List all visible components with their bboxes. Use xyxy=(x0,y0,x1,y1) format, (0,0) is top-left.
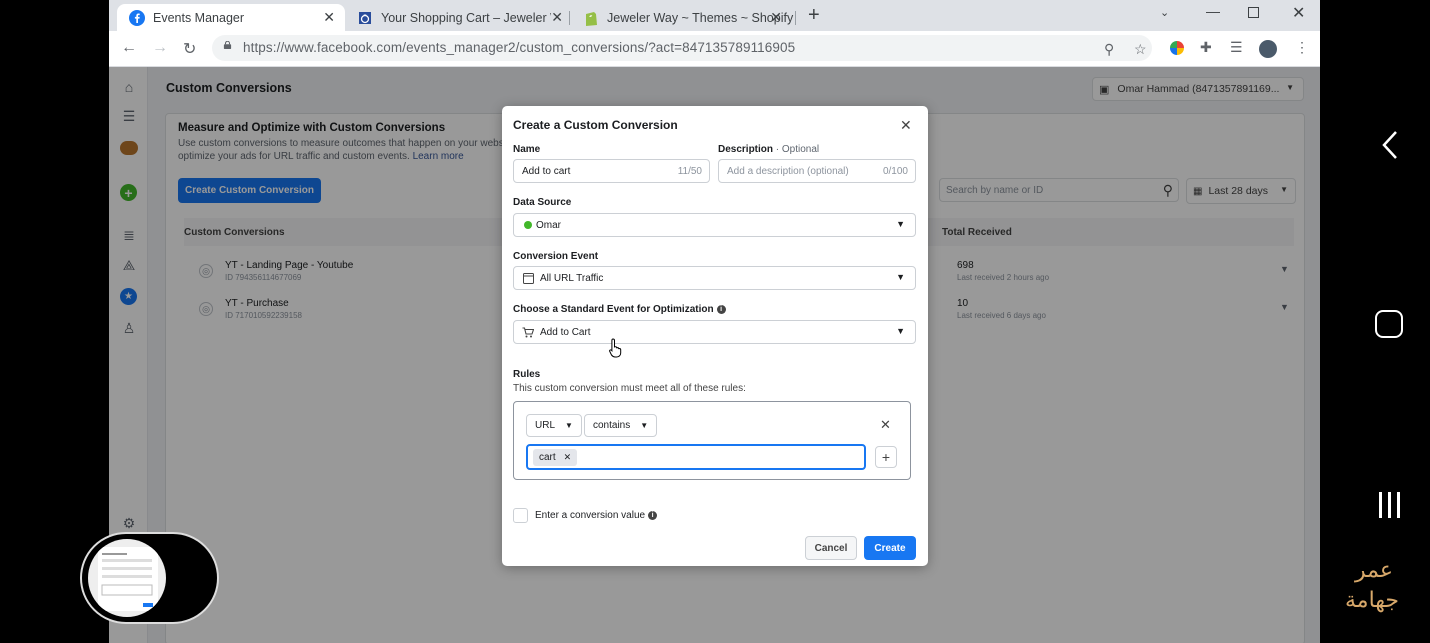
info-icon[interactable]: i xyxy=(716,304,726,314)
description-input[interactable]: Add a description (optional) 0/100 xyxy=(718,159,916,183)
standard-event-label-text: Choose a Standard Event for Optimization xyxy=(513,304,714,315)
conversion-value-checkbox[interactable] xyxy=(513,508,528,523)
chevron-down-icon: ▼ xyxy=(640,421,649,430)
conversion-event-label: Conversion Event xyxy=(513,251,599,262)
name-value: Add to cart xyxy=(522,166,571,177)
description-label-text: Description xyxy=(718,144,774,155)
profile-avatar[interactable] xyxy=(1259,40,1277,58)
android-home-icon[interactable] xyxy=(1375,310,1403,338)
rule-field-select[interactable]: URL ▼ xyxy=(526,414,582,437)
tab-title: Your Shopping Cart – Jeweler Wa xyxy=(381,10,551,25)
rules-description: This custom conversion must meet all of … xyxy=(513,383,746,394)
tab-strip: Events Manager ✕ Your Shopping Cart – Je… xyxy=(109,0,1320,31)
tab-title: Events Manager xyxy=(153,10,245,25)
standard-event-value: Add to Cart xyxy=(540,327,591,338)
events-manager-page: ⌂ ☰ + ≣ ⟁ ★ ♙ ⚙ Custom Conversions ▣ Oma… xyxy=(109,67,1320,643)
android-recents-icon[interactable] xyxy=(1377,490,1403,525)
description-label: Description · Optional xyxy=(718,144,819,155)
dialog-title: Create a Custom Conversion xyxy=(513,118,678,132)
status-dot-icon xyxy=(522,219,534,231)
standard-event-select[interactable]: Add to Cart ▼ xyxy=(513,320,916,344)
tab-separator xyxy=(795,11,796,25)
close-icon[interactable]: ✕ xyxy=(770,9,782,26)
data-source-value: Omar xyxy=(536,220,561,231)
new-tab-icon[interactable]: + xyxy=(808,4,820,27)
chevron-down-icon: ▼ xyxy=(896,272,905,282)
description-placeholder: Add a description (optional) xyxy=(727,166,849,177)
puzzle-icon[interactable]: ✚ xyxy=(1200,39,1212,56)
extension-colorful-icon[interactable] xyxy=(1170,41,1184,55)
name-input[interactable]: Add to cart 11/50 xyxy=(513,159,710,183)
tab-title: Jeweler Way ~ Themes ~ Shopify xyxy=(607,10,794,25)
url-text: https://www.facebook.com/events_manager2… xyxy=(243,40,796,55)
ring-icon xyxy=(357,10,373,26)
data-source-select[interactable]: Omar ▼ xyxy=(513,213,916,237)
shopify-icon xyxy=(583,10,599,26)
cart-icon xyxy=(522,326,534,338)
rule-operator-select[interactable]: contains ▼ xyxy=(584,414,658,437)
watermark-line1: عمر xyxy=(1355,558,1393,583)
rule-builder: URL ▼ contains ▼ ✕ cart ✕ + xyxy=(513,401,911,480)
chevron-down-icon: ▼ xyxy=(896,326,905,336)
rule-tag-text: cart xyxy=(539,452,556,463)
info-icon[interactable]: i xyxy=(648,510,658,520)
tab-shopping-cart[interactable]: Your Shopping Cart – Jeweler Wa ✕ xyxy=(345,4,570,31)
tab-events-manager[interactable]: Events Manager ✕ xyxy=(117,4,345,31)
chevron-down-icon: ▼ xyxy=(896,219,905,229)
rule-operator-value: contains xyxy=(593,420,631,431)
tab-search-icon[interactable]: ⌄ xyxy=(1160,6,1169,19)
close-icon[interactable]: ✕ xyxy=(900,117,912,134)
rule-field-value: URL xyxy=(535,420,556,431)
create-custom-conversion-dialog: Create a Custom Conversion ✕ Name Add to… xyxy=(502,106,928,566)
address-bar[interactable]: https://www.facebook.com/events_manager2… xyxy=(212,35,1152,61)
description-char-count: 0/100 xyxy=(882,166,908,177)
conversion-event-value: All URL Traffic xyxy=(540,273,604,284)
conversion-value-text: Enter a conversion value xyxy=(535,510,646,521)
watermark-line2: جهامة xyxy=(1345,588,1400,613)
close-icon[interactable]: ✕ xyxy=(551,9,563,26)
remove-rule-icon[interactable]: ✕ xyxy=(880,417,891,433)
name-char-count: 11/50 xyxy=(677,166,702,177)
mouse-cursor-icon xyxy=(609,338,623,363)
pip-thumbnail xyxy=(88,539,166,617)
menu-kebab-icon[interactable]: ⋮ xyxy=(1295,39,1309,56)
close-icon[interactable]: ✕ xyxy=(323,9,335,26)
lock-icon xyxy=(223,41,232,49)
standard-event-label: Choose a Standard Event for Optimization… xyxy=(513,304,726,315)
web-page-icon xyxy=(522,272,534,284)
rule-value-input[interactable]: cart ✕ xyxy=(526,444,866,470)
forward-icon[interactable]: → xyxy=(152,39,168,57)
facebook-icon xyxy=(129,9,145,26)
bookmark-star-icon[interactable]: ☆ xyxy=(1134,41,1147,58)
optional-label: · Optional xyxy=(773,144,820,155)
minimize-icon[interactable]: — xyxy=(1206,3,1220,19)
chevron-down-icon: ▼ xyxy=(565,421,573,430)
zoom-icon[interactable]: ⚲ xyxy=(1104,41,1114,58)
window-close-icon[interactable]: ✕ xyxy=(1292,3,1305,23)
create-button[interactable]: Create xyxy=(864,536,916,560)
restore-icon[interactable] xyxy=(1248,7,1259,18)
remove-tag-icon[interactable]: ✕ xyxy=(564,452,572,463)
add-rule-icon[interactable]: + xyxy=(875,446,897,468)
data-source-label: Data Source xyxy=(513,197,572,208)
media-queue-icon[interactable]: ☰ xyxy=(1230,39,1243,56)
picture-in-picture-window[interactable] xyxy=(80,532,219,624)
conversion-value-label: Enter a conversion value i xyxy=(535,510,658,521)
back-icon[interactable]: ← xyxy=(121,39,137,57)
browser-window: Events Manager ✕ Your Shopping Cart – Je… xyxy=(109,0,1320,643)
reload-icon[interactable]: ↻ xyxy=(183,39,196,59)
browser-toolbar: ← → ↻ https://www.facebook.com/events_ma… xyxy=(109,31,1320,67)
rules-label: Rules xyxy=(513,369,541,380)
tab-separator xyxy=(569,11,570,25)
name-label: Name xyxy=(513,144,541,155)
conversion-event-select[interactable]: All URL Traffic ▼ xyxy=(513,266,916,290)
tab-shopify[interactable]: Jeweler Way ~ Themes ~ Shopify ✕ xyxy=(571,4,796,31)
android-back-icon[interactable] xyxy=(1381,130,1399,165)
rule-value-tag: cart ✕ xyxy=(533,449,578,466)
cancel-button[interactable]: Cancel xyxy=(805,536,857,560)
